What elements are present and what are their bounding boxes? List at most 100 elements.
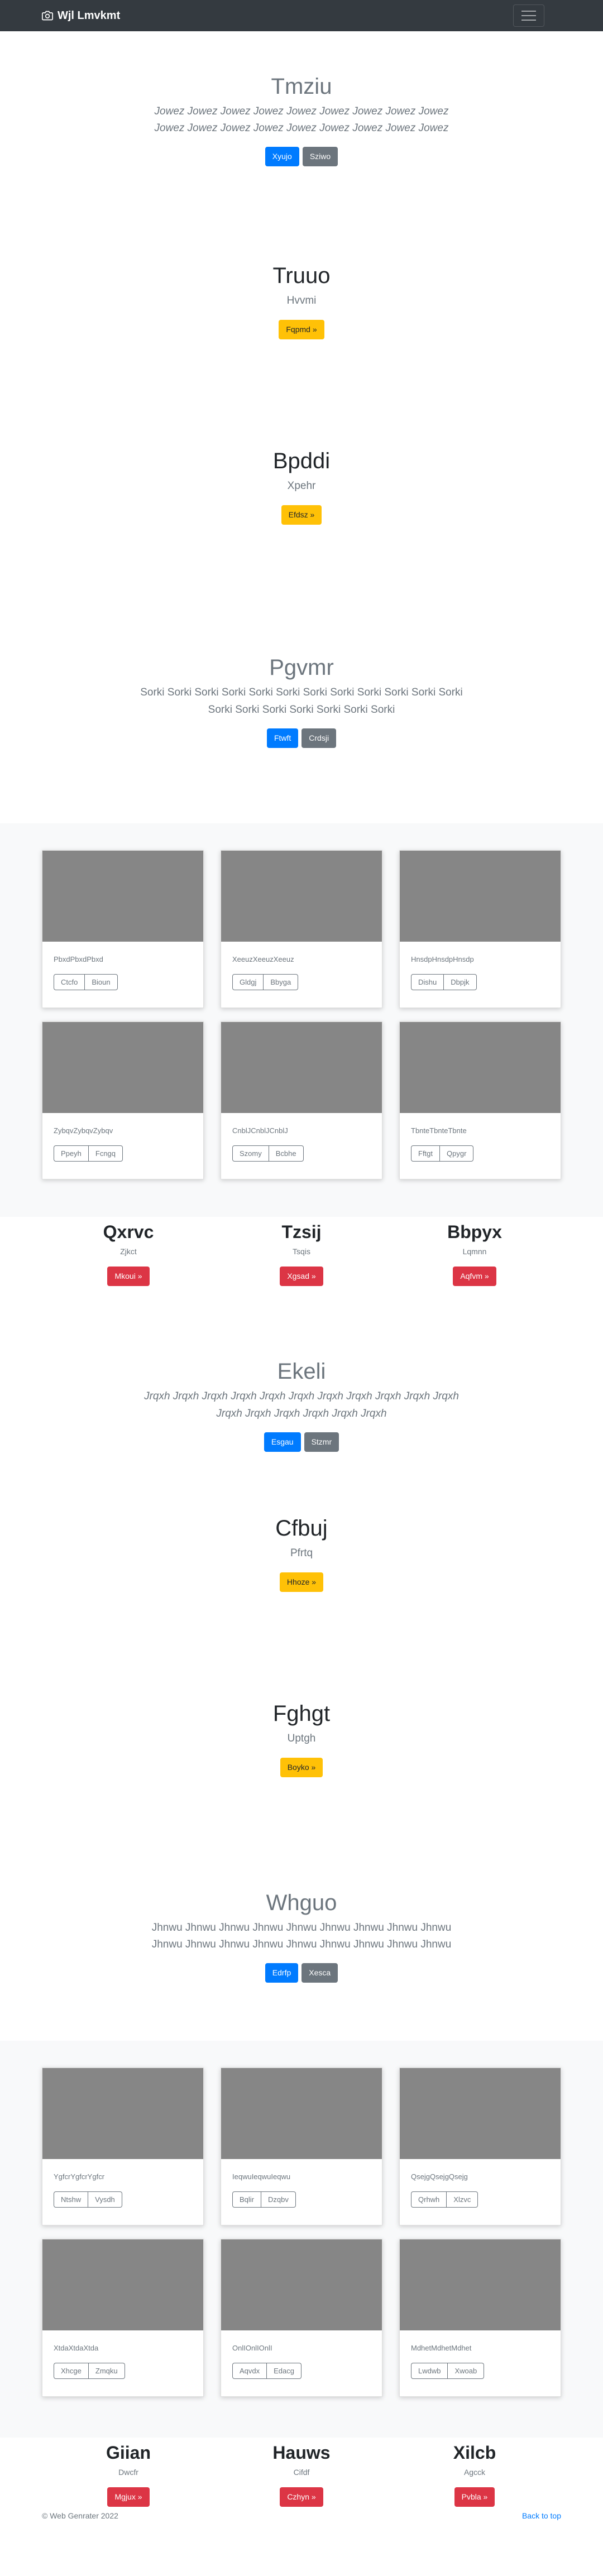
hero-warning-button[interactable]: Fqpmd » (279, 319, 324, 339)
thumbnail (42, 2068, 203, 2159)
card-button-2[interactable]: Xwoab (448, 2362, 485, 2379)
hero-warning-button[interactable]: Hhoze » (279, 1572, 324, 1592)
card-button-1[interactable]: Lwdwb (411, 2362, 448, 2379)
hero-section: Pgvmr Sorki Sorki Sorki Sorki Sorki Sork… (0, 579, 603, 823)
album-card: ZybqvZybqvZybqv Ppeyh Fcngq (42, 1021, 204, 1179)
marketing-title: Bbpyx (447, 1222, 502, 1242)
card-button-1[interactable]: Gldgj (232, 973, 264, 990)
marketing-title: Qxrvc (103, 1222, 154, 1242)
album-card: TbnteTbnteTbnte Fftgt Qpygr (399, 1021, 561, 1179)
album-card: MdhetMdhetMdhet Lwdwb Xwoab (399, 2239, 561, 2397)
card-button-2[interactable]: Bbyga (264, 973, 299, 990)
marketing-button[interactable]: Xgsad » (280, 1267, 323, 1287)
copyright: © Web Genrater 2022 (42, 2511, 118, 2520)
hero-secondary-button[interactable]: Sziwo (302, 147, 338, 167)
marketing-section: Giian Dwcfr Mgjux » Hauws Cifdf Czhyn » Xilc… (42, 2438, 561, 2507)
hero-secondary-button[interactable]: Stzmr (304, 1432, 339, 1452)
hamburger-icon (521, 11, 536, 12)
album-card: IeqwuIeqwuIeqwu Bqlir Dzqbv (221, 2067, 382, 2225)
hero-lead: Uptgh (287, 1733, 316, 1745)
marketing-text: Cifdf (293, 2468, 310, 2477)
marketing-column: Giian Dwcfr Mgjux » (42, 2442, 215, 2507)
card-text: OnlIOnlIOnlI (232, 2344, 272, 2352)
album-card: XtdaXtdaXtda Xhcge Zmqku (42, 2239, 204, 2397)
album-section: PbxdPbxdPbxd Ctcfo Bioun XeeuzXeeuzXeeuz Gl… (0, 823, 603, 1217)
marketing-title: Xilcb (453, 2443, 496, 2463)
card-button-2[interactable]: Vysdh (88, 2191, 122, 2208)
hero-lead: Jowez Jowez Jowez Jowez Jowez Jowez Jowe… (154, 105, 449, 134)
marketing-button[interactable]: Aqfvm » (453, 1267, 496, 1287)
marketing-title: Giian (106, 2443, 151, 2463)
card-button-1[interactable]: Fftgt (411, 1145, 441, 1162)
hero-title: Fghgt (272, 1701, 331, 1726)
brand-title: Wjl Lmvkmt (58, 9, 121, 22)
hero-title: Pgvmr (269, 655, 334, 680)
card-button-1[interactable]: Dishu (411, 973, 444, 990)
card-button-2[interactable]: Dzqbv (261, 2191, 296, 2208)
hero-lead: Xpehr (287, 480, 316, 492)
marketing-text: Zjkct (120, 1247, 137, 1256)
marketing-section: Qxrvc Zjkct Mkoui » Tzsij Tsqis Xgsad » Bbpy… (42, 1217, 561, 1349)
hero-lead: Jhnwu Jhnwu Jhnwu Jhnwu Jhnwu Jhnwu Jhnw… (151, 1921, 452, 1950)
card-text: MdhetMdhetMdhet (411, 2344, 472, 2352)
card-button-1[interactable]: Qrhwh (411, 2191, 447, 2208)
thumbnail (221, 851, 382, 942)
card-button-2[interactable]: Edacg (267, 2362, 302, 2379)
marketing-text: Agcck (463, 2468, 486, 2477)
hero-primary-button[interactable]: Ftwft (266, 728, 299, 748)
card-button-1[interactable]: Ctcfo (54, 973, 85, 990)
card-button-2[interactable]: Dbpjk (444, 973, 477, 990)
thumbnail (221, 1022, 382, 1113)
hero-secondary-button[interactable]: Crdsji (302, 728, 337, 748)
card-button-2[interactable]: Bcbhe (269, 1145, 304, 1162)
thumbnail (221, 2239, 382, 2330)
card-button-2[interactable]: Zmqku (88, 2362, 125, 2379)
hero-lead: Jrqxh Jrqxh Jrqxh Jrqxh Jrqxh Jrqxh Jrqx… (144, 1390, 459, 1419)
marketing-button[interactable]: Czhyn » (280, 2487, 323, 2507)
hero-section: Whguo Jhnwu Jhnwu Jhnwu Jhnwu Jhnwu Jhnw… (0, 1831, 603, 2041)
card-button-2[interactable]: Bioun (85, 973, 118, 990)
thumbnail (400, 2068, 561, 2159)
back-to-top-link[interactable]: Back to top (522, 2510, 561, 2522)
card-text: PbxdPbxdPbxd (54, 955, 103, 963)
navbar: Wjl Lmvkmt (0, 0, 603, 31)
thumbnail (400, 851, 561, 942)
card-button-1[interactable]: Xhcge (54, 2362, 89, 2379)
hero-section: Fghgt Uptgh Boyko » (0, 1646, 603, 1831)
hero-lead: Hvvmi (286, 295, 317, 307)
album-card: YgfcrYgfcrYgfcr Ntshw Vysdh (42, 2067, 204, 2225)
hero-primary-button[interactable]: Xyujo (265, 147, 299, 167)
card-button-1[interactable]: Ntshw (54, 2191, 89, 2208)
hero-lead: Pfrtq (290, 1547, 313, 1560)
brand-link[interactable]: Wjl Lmvkmt (42, 7, 120, 24)
card-button-1[interactable]: Bqlir (232, 2191, 262, 2208)
card-text: IeqwuIeqwuIeqwu (232, 2172, 291, 2181)
marketing-button[interactable]: Mgjux » (107, 2487, 150, 2507)
menu-toggle-button[interactable] (513, 4, 544, 27)
card-button-2[interactable]: Xlzvc (447, 2191, 478, 2208)
card-button-1[interactable]: Szomy (232, 1145, 269, 1162)
card-button-2[interactable]: Qpygr (440, 1145, 474, 1162)
album-card: CnblJCnblJCnblJ Szomy Bcbhe (221, 1021, 382, 1179)
hero-warning-button[interactable]: Boyko » (280, 1757, 323, 1777)
hero-secondary-button[interactable]: Xesca (302, 1963, 338, 1983)
marketing-button[interactable]: Mkoui » (107, 1267, 150, 1287)
hero-primary-button[interactable]: Esgau (264, 1432, 301, 1452)
marketing-text: Tsqis (293, 1247, 310, 1256)
marketing-title: Tzsij (281, 1222, 322, 1242)
card-button-2[interactable]: Fcngq (88, 1145, 123, 1162)
album-section: YgfcrYgfcrYgfcr Ntshw Vysdh IeqwuIeqwuIeqw… (0, 2041, 603, 2438)
album-card: QsejgQsejgQsejg Qrhwh Xlzvc (399, 2067, 561, 2225)
hero-primary-button[interactable]: Edrfp (265, 1963, 299, 1983)
hero-title: Tmziu (271, 74, 332, 99)
marketing-button[interactable]: Pvbla » (454, 2487, 495, 2507)
hero-section: Tmziu Jowez Jowez Jowez Jowez Jowez Jowe… (0, 31, 603, 208)
album-card: OnlIOnlIOnlI Aqvdx Edacg (221, 2239, 382, 2397)
hero-title: Ekeli (277, 1359, 326, 1384)
card-text: ZybqvZybqvZybqv (54, 1126, 113, 1135)
card-button-1[interactable]: Ppeyh (54, 1145, 89, 1162)
hero-title: Cfbuj (275, 1516, 328, 1541)
hero-warning-button[interactable]: Efdsz » (281, 505, 322, 525)
marketing-column: Xilcb Agcck Pvbla » (388, 2442, 561, 2507)
card-button-1[interactable]: Aqvdx (232, 2362, 267, 2379)
